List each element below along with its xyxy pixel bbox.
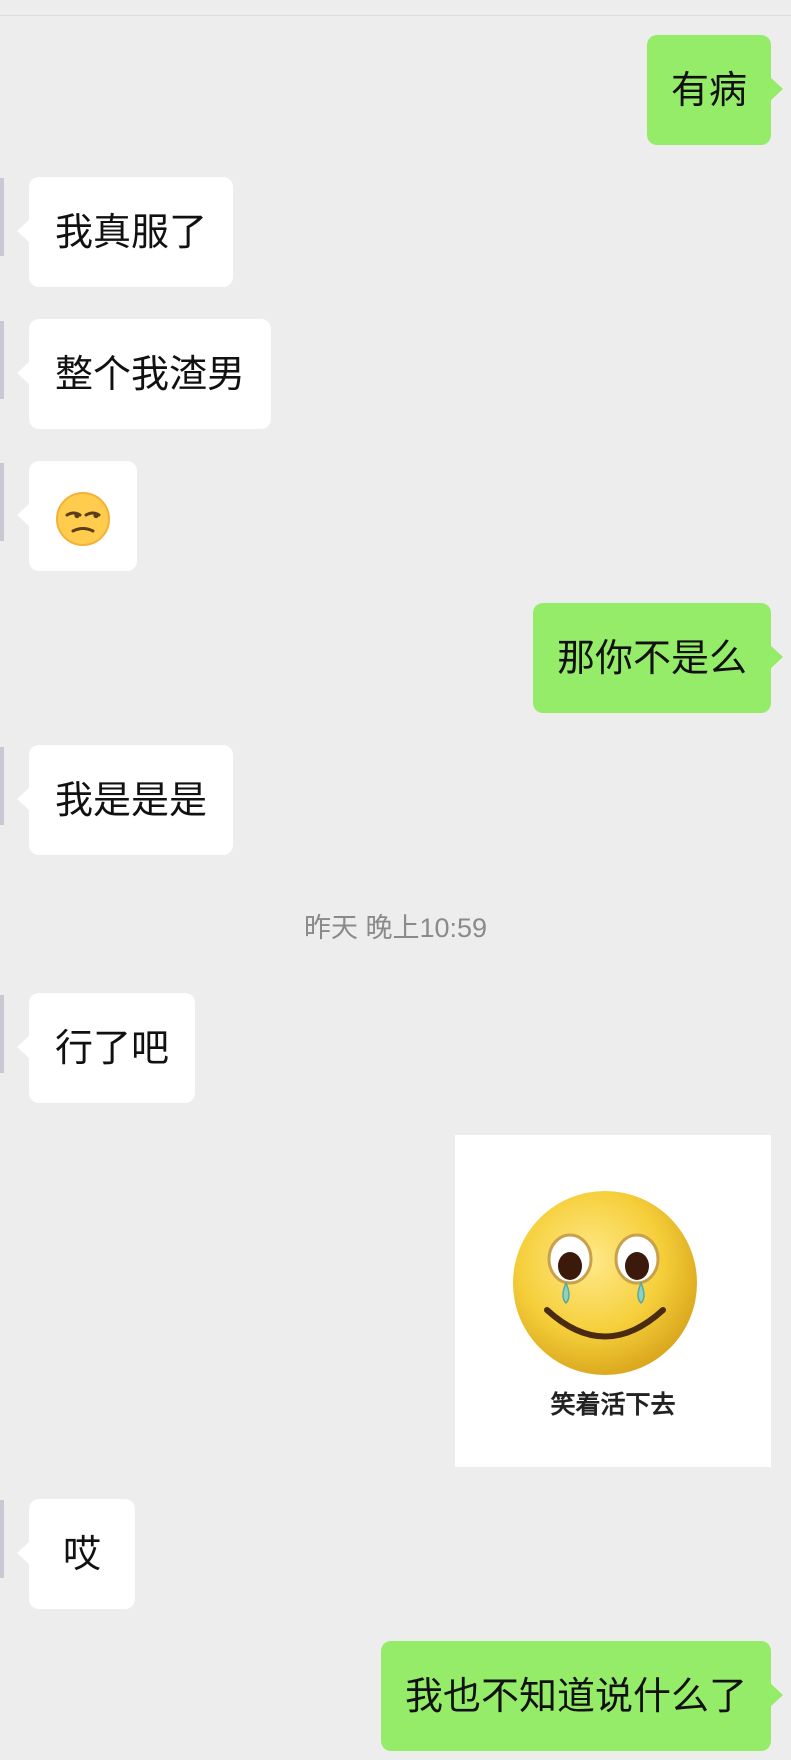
received-message-bubble[interactable]: 哎 [16,1499,136,1609]
message-text: 有病 [670,68,747,112]
message-text: 行了吧 [55,1026,170,1070]
sticker-image[interactable]: 笑着活下去 [455,1135,771,1467]
message-text: 我也不知道说什么了 [404,1674,747,1718]
received-message-bubble[interactable]: 我真服了 [16,177,234,287]
crying-smiley-sticker [513,1191,697,1375]
sticker-caption: 笑着活下去 [550,1390,676,1419]
received-message-bubble[interactable] [17,461,137,571]
message-text: 我是是是 [55,778,208,822]
contact-avatar[interactable] [0,995,4,1073]
contact-avatar[interactable] [0,1500,4,1578]
contact-avatar[interactable] [0,463,4,541]
contact-avatar[interactable] [0,178,4,256]
received-message-bubble[interactable]: 行了吧 [16,993,196,1103]
sent-message-bubble[interactable]: 那你不是么 [532,603,784,713]
message-text: 我真服了 [55,210,208,254]
message-text: 哎 [63,1532,102,1576]
unamused-face-emoji [56,491,110,546]
top-divider [0,15,791,16]
message-text: 整个我渣男 [55,352,246,396]
sent-message-bubble[interactable]: 有病 [646,35,784,145]
sent-message-bubble[interactable]: 我也不知道说什么了 [380,1641,784,1751]
received-message-bubble[interactable]: 我是是是 [16,745,234,855]
chat-timestamp: 昨天 晚上10:59 [303,913,488,943]
contact-avatar[interactable] [0,747,4,825]
message-text: 那你不是么 [556,636,747,680]
contact-avatar[interactable] [0,321,4,399]
received-message-bubble[interactable]: 整个我渣男 [16,319,272,429]
